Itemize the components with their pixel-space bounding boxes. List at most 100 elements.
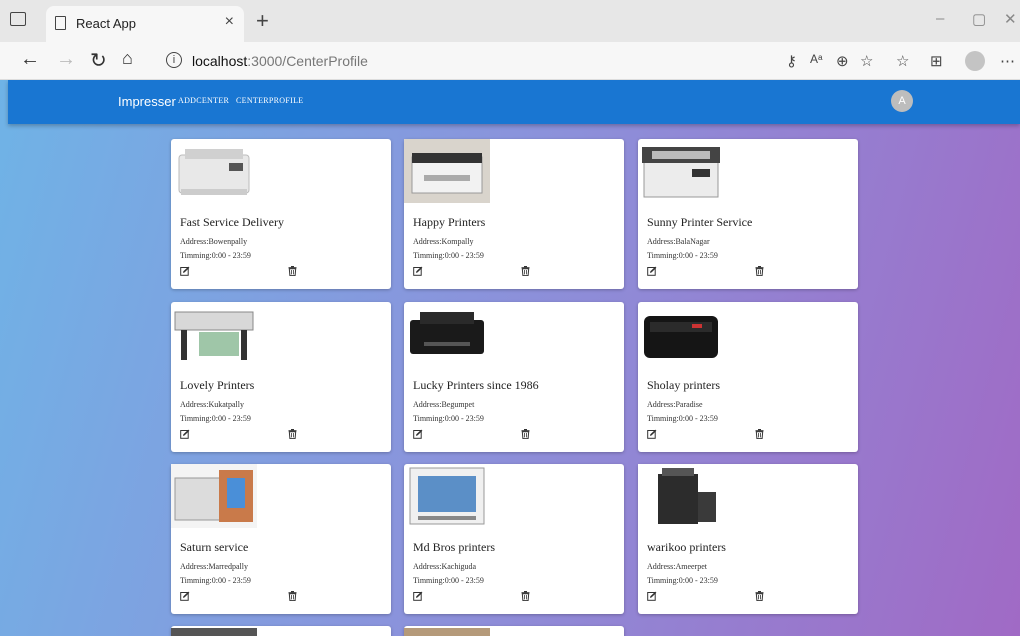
center-name: Md Bros printers [413,540,495,554]
center-timing: Timming:0:00 - 23:59 [413,414,484,423]
center-address: Address:Bowenpally [180,237,248,246]
delete-icon[interactable] [288,591,297,601]
edit-icon[interactable] [180,429,190,439]
edit-icon[interactable] [180,591,190,601]
url-path: :3000/CenterProfile [247,53,368,69]
url-field[interactable]: i localhost:3000/CenterProfile [160,47,860,75]
center-card-partial [404,626,624,636]
tab-close-icon[interactable]: × [225,13,234,31]
app-background: Impresser ADDCENTER CENTERPROFILE A Fast… [0,80,1020,636]
printer-photo [644,316,718,358]
center-name: warikoo printers [647,540,726,554]
center-name: Sunny Printer Service [647,215,753,229]
home-icon[interactable]: ⌂ [122,48,133,69]
favorites-list-icon[interactable]: ☆ [896,52,909,70]
printer-photo [174,311,254,360]
center-card: Sunny Printer Service Address:BalaNagar Ti… [638,139,858,289]
delete-icon[interactable] [288,266,297,276]
center-timing: Timming:0:00 - 23:59 [647,251,718,260]
center-timing: Timming:0:00 - 23:59 [180,576,251,585]
center-card: Saturn service Address:Marredpally Timming… [171,464,391,614]
center-address: Address:Kukatpally [180,400,244,409]
printer-photo-partial [404,628,490,636]
page-icon [55,16,66,30]
read-aloud-icon[interactable]: Aᵃ [810,52,822,66]
printer-photo [171,464,257,528]
url-host: localhost [192,53,248,69]
browser-tab-bar: React App × + – ▢ ✕ [0,0,1020,42]
center-name: Lovely Printers [180,378,255,392]
center-card: warikoo printers Address:Ameerpet Timming:… [638,464,858,614]
edit-icon[interactable] [413,591,423,601]
delete-icon[interactable] [521,591,530,601]
edit-icon[interactable] [180,266,190,276]
reload-icon[interactable]: ↻ [90,48,107,73]
edit-icon[interactable] [647,429,657,439]
new-tab-icon[interactable]: + [256,8,269,34]
brand-title[interactable]: Impresser [118,94,176,109]
favorite-star-icon[interactable]: ☆ [860,52,873,70]
center-name: Lucky Printers since 1986 [413,378,539,392]
tab-actions-icon[interactable] [10,12,26,26]
center-card: Sholay printers Address:Paradise Timming:0… [638,302,858,452]
close-window-icon[interactable]: ✕ [1004,10,1017,28]
center-card: Happy Printers Address:Kompally Timming:0:… [404,139,624,289]
center-timing: Timming:0:00 - 23:59 [647,414,718,423]
nav-centerprofile[interactable]: CENTERPROFILE [236,96,303,105]
center-address: Address:Paradise [647,400,703,409]
info-icon[interactable]: i [166,52,182,68]
browser-tab[interactable]: React App × [46,6,244,42]
minimize-icon[interactable]: – [936,10,944,27]
center-address: Address:Ameerpet [647,562,707,571]
center-address: Address:BalaNagar [647,237,710,246]
center-name: Sholay printers [647,378,720,392]
collections-icon[interactable]: ⊞ [930,52,943,70]
edit-icon[interactable] [413,266,423,276]
center-card: Md Bros printers Address:Kachiguda Timming… [404,464,624,614]
center-address: Address:Begumpet [413,400,475,409]
printer-photo-partial [171,628,257,636]
forward-icon[interactable]: → [56,48,76,71]
edit-icon[interactable] [413,429,423,439]
printer-photo [410,312,484,354]
center-address: Address:Kompally [413,237,474,246]
printer-photo [409,467,485,525]
printer-photo [642,147,720,198]
center-card: Fast Service Delivery Address:Bowenpally T… [171,139,391,289]
browser-profile-avatar[interactable] [965,51,985,71]
center-timing: Timming:0:00 - 23:59 [180,251,251,260]
edit-icon[interactable] [647,266,657,276]
edit-icon[interactable] [647,591,657,601]
maximize-icon[interactable]: ▢ [972,10,986,28]
key-icon[interactable]: ⚷ [786,52,797,70]
address-bar: ← → ↻ ⌂ i localhost:3000/CenterProfile ⚷… [0,42,1020,80]
center-timing: Timming:0:00 - 23:59 [180,414,251,423]
printer-photo [404,139,490,203]
center-address: Address:Marredpally [180,562,248,571]
url-text: localhost:3000/CenterProfile [192,53,368,69]
more-menu-icon[interactable]: ⋯ [1000,52,1015,70]
center-timing: Timming:0:00 - 23:59 [413,251,484,260]
printer-photo [638,464,724,528]
delete-icon[interactable] [755,429,764,439]
center-address: Address:Kachiguda [413,562,477,571]
delete-icon[interactable] [521,429,530,439]
center-timing: Timming:0:00 - 23:59 [647,576,718,585]
center-name: Saturn service [180,540,249,554]
zoom-icon[interactable]: ⊕ [836,52,849,70]
user-avatar[interactable]: A [891,90,913,112]
delete-icon[interactable] [521,266,530,276]
center-name: Happy Printers [413,215,486,229]
delete-icon[interactable] [755,591,764,601]
center-timing: Timming:0:00 - 23:59 [413,576,484,585]
tab-title: React App [76,16,136,31]
back-icon[interactable]: ← [20,48,40,71]
app-header: Impresser ADDCENTER CENTERPROFILE A [8,80,1020,124]
printer-photo [178,149,250,195]
nav-addcenter[interactable]: ADDCENTER [178,96,229,105]
delete-icon[interactable] [755,266,764,276]
delete-icon[interactable] [288,429,297,439]
center-card-partial [171,626,391,636]
center-card: Lovely Printers Address:Kukatpally Timming… [171,302,391,452]
center-card: Lucky Printers since 1986 Address:Begumpe… [404,302,624,452]
